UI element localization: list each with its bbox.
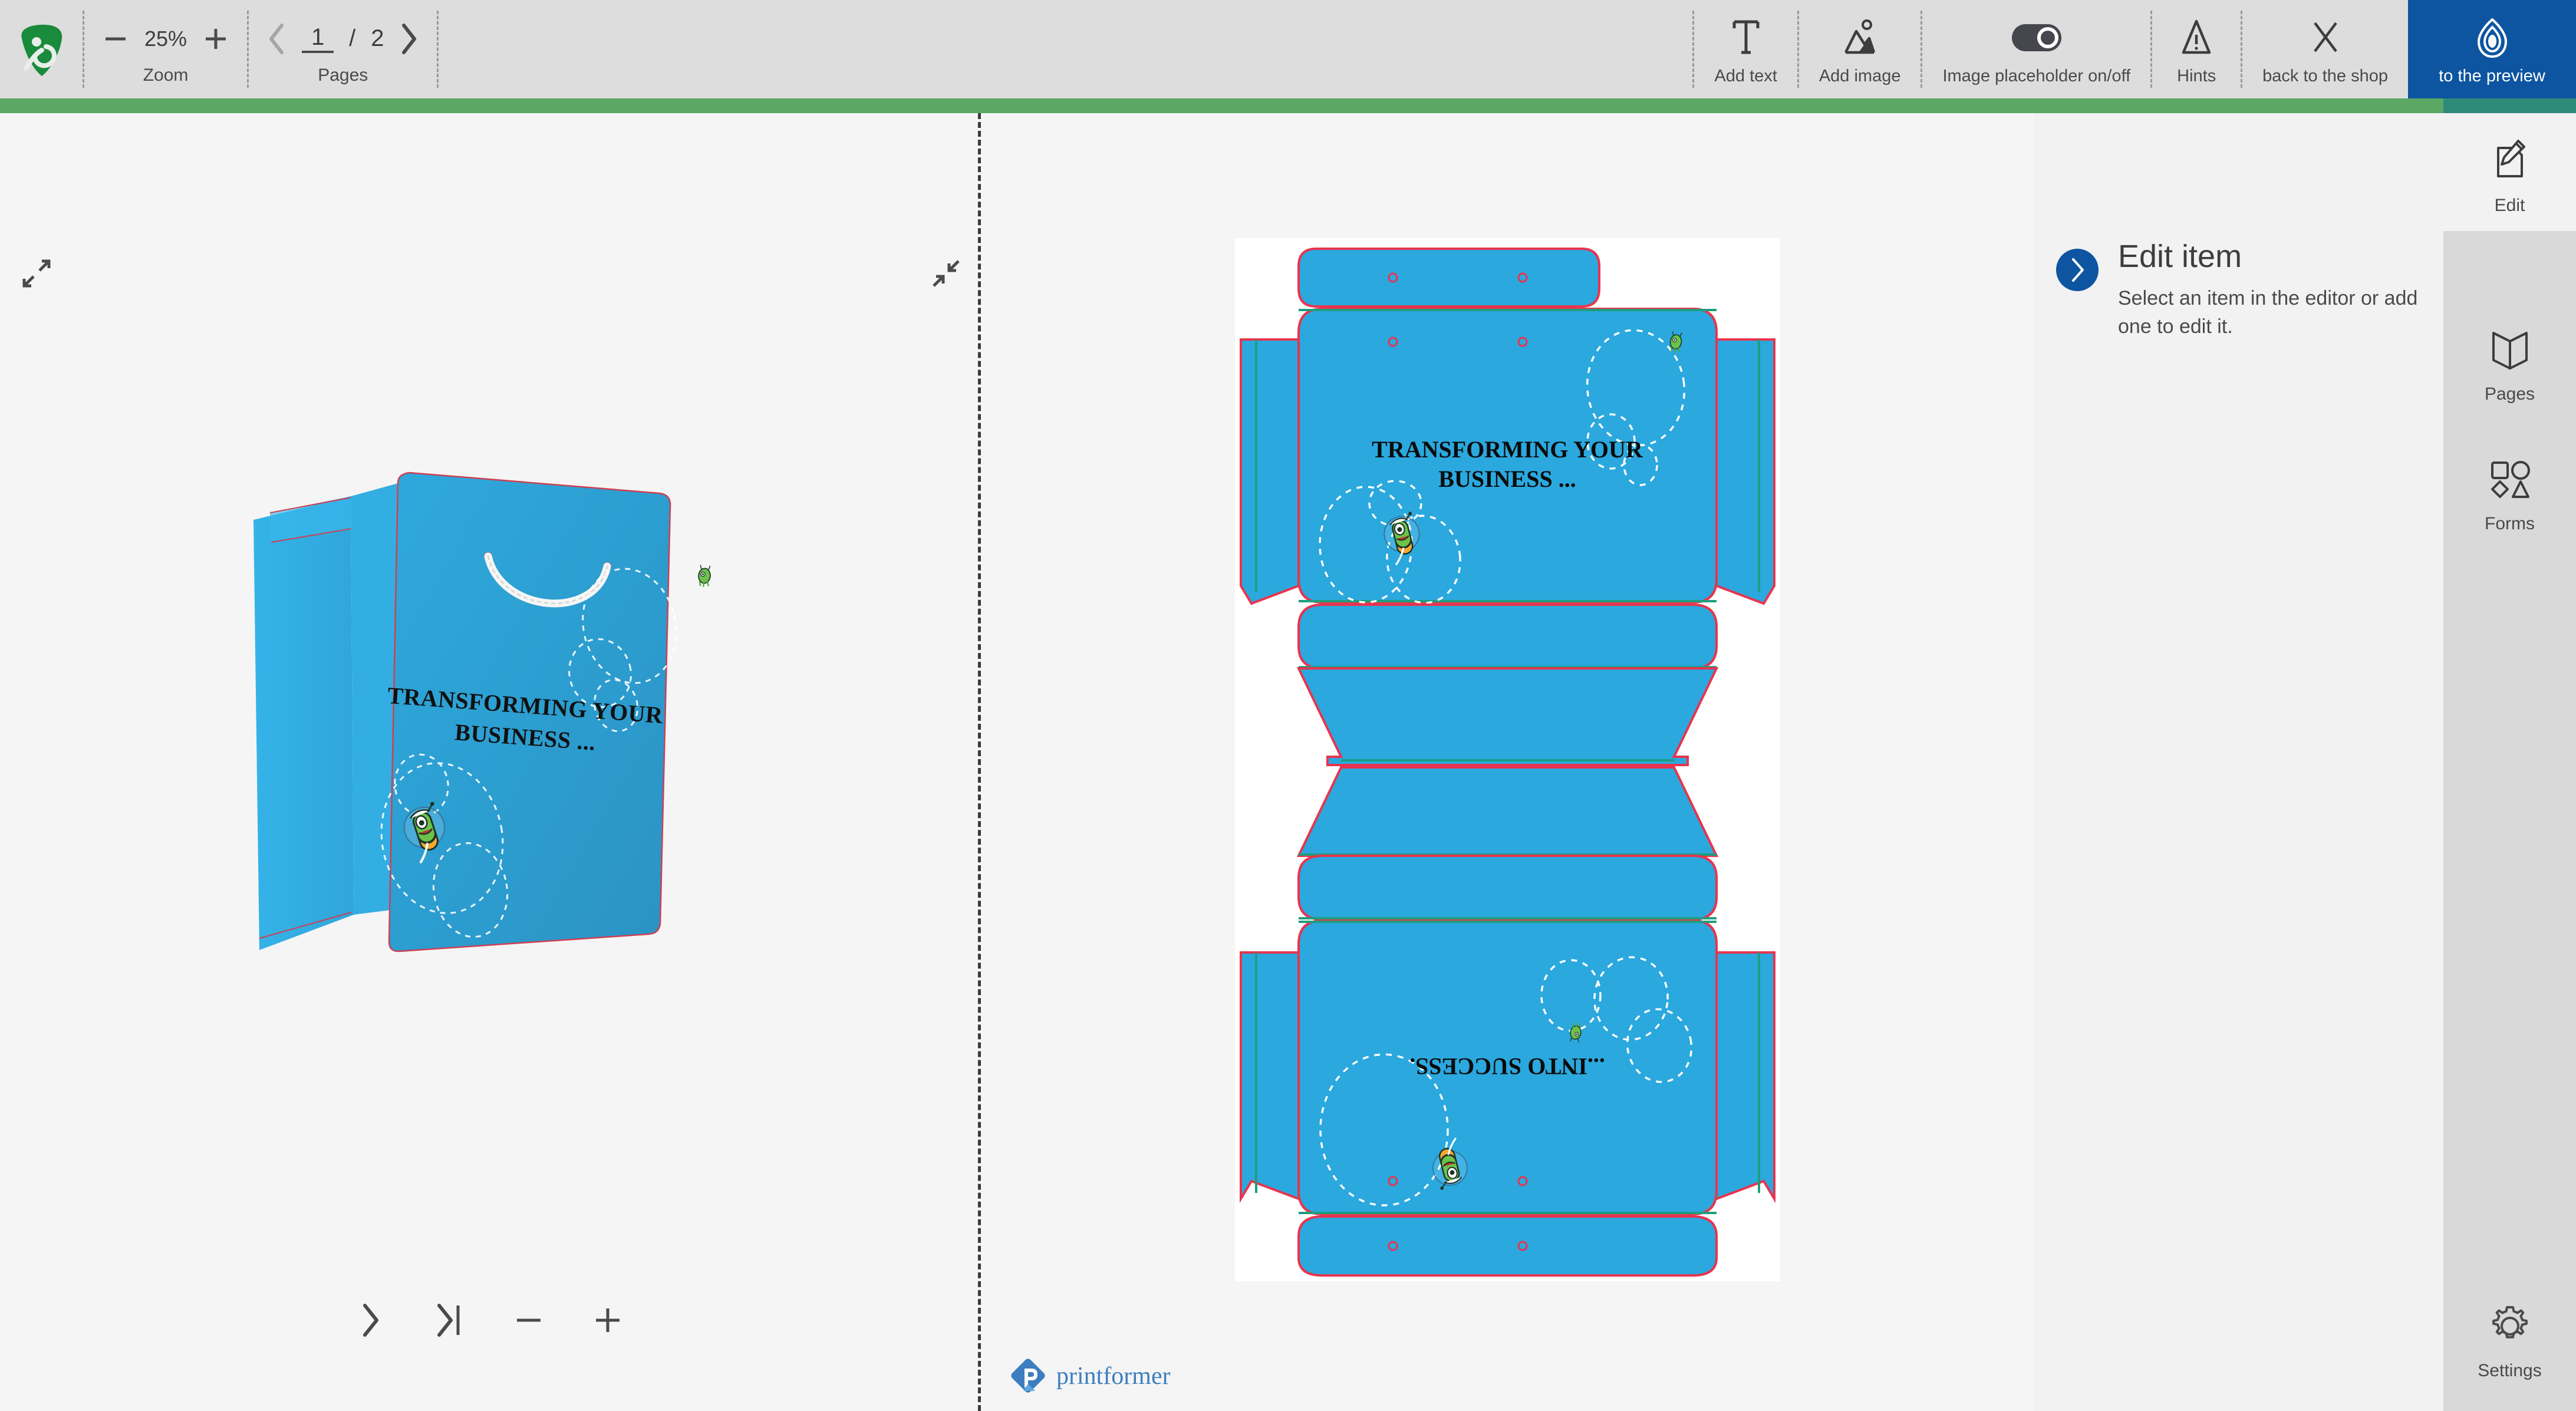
page-sheet[interactable]: .cut { stroke: #e8344e; stroke-width: 4;… [1235,238,1780,1281]
hints-label: Hints [2177,67,2216,86]
to-the-preview-button[interactable]: to the preview [2408,0,2576,98]
chevron-left-icon [266,22,286,56]
to-the-preview-label: to the preview [2439,67,2545,86]
expand-preview-button[interactable] [21,258,52,292]
add-text-label: Add text [1714,67,1777,86]
panel-description: Select an item in the editor or add one … [2118,284,2448,341]
close-x-icon [2309,18,2342,57]
page-total: 2 [371,25,384,52]
add-text-icon [1730,18,1763,57]
preview-bottom-controls [0,1299,978,1341]
rail-item-settings[interactable]: Settings [2443,1278,2576,1396]
page-separator: / [349,25,355,52]
eye-icon [2474,17,2511,59]
printformer-logo-text: printformer [1056,1362,1171,1390]
image-placeholder-label: Image placeholder on/off [1942,67,2130,86]
zoom-out-button[interactable] [102,25,129,52]
right-panel: Edit item Select an item in the editor o… [2034,113,2576,1411]
pages-group: / 2 Pages [249,0,437,98]
rail-label-pages: Pages [2485,384,2535,404]
toolbar-spacer [439,0,1692,98]
minus-icon [102,25,129,52]
next-page-button[interactable] [399,22,419,56]
progress-bar-right-segment [2443,98,2576,113]
toggle-switch-icon [2011,24,2062,52]
expand-arrows-icon [21,258,52,289]
dieline-svg: .cut { stroke: #e8344e; stroke-width: 4;… [1235,238,1780,1281]
zoom-caption: Zoom [143,65,189,85]
add-image-button[interactable]: Add image [1799,0,1921,98]
preview-next-button[interactable] [350,1299,392,1341]
brand-logo[interactable] [0,0,83,98]
bag-3d-render[interactable]: TRANSFORMING YOUR BUSINESS ... [248,467,755,985]
add-image-label: Add image [1819,67,1901,86]
dieline-back-text: ...INTO SUCCESS. [1409,1053,1605,1080]
panel-icon-rail: Edit Pages [2443,113,2576,1411]
rail-item-pages[interactable]: Pages [2443,302,2576,420]
top-toolbar: 25% Zoom / 2 [0,0,2576,98]
printformer-editor-app: 25% Zoom / 2 [0,0,2576,1411]
zoom-group: 25% Zoom [84,0,247,98]
printformer-logo: printformer [1010,1358,1171,1394]
collapse-arrows-icon [930,258,962,289]
pages-caption: Pages [318,65,368,85]
image-placeholder-toggle[interactable]: Image placeholder on/off [1922,0,2150,98]
dieline-front-text-line1: TRANSFORMING YOUR [1372,436,1643,463]
plus-icon [202,25,229,52]
zoom-level-value: 25% [144,27,187,51]
rail-item-edit[interactable]: Edit [2443,113,2576,231]
rail-label-settings: Settings [2478,1361,2541,1381]
rail-label-forms: Forms [2485,514,2535,534]
page-number-input[interactable] [302,24,334,53]
warning-triangle-icon [2180,18,2213,57]
add-image-icon [1841,18,1879,57]
book-pages-icon [2489,326,2531,373]
back-to-shop-label: back to the shop [2262,67,2388,86]
chevron-right-circle-icon [2067,256,2087,284]
edit-pencil-icon [2491,137,2529,184]
plus-icon [592,1305,623,1336]
collapse-panel-button[interactable] [2056,249,2099,291]
hints-button[interactable]: Hints [2152,0,2241,98]
preview-last-button[interactable] [429,1299,471,1341]
rail-item-forms[interactable]: Forms [2443,431,2576,549]
rail-label-edit: Edit [2495,196,2525,216]
progress-bar [0,98,2443,113]
3d-preview-pane: TRANSFORMING YOUR BUSINESS ... [0,113,978,1411]
dieline-front-text-line2: BUSINESS ... [1438,466,1576,492]
minus-icon [513,1305,544,1336]
chevron-right-icon [399,22,419,56]
forms-shapes-icon [2488,457,2532,502]
preview-zoom-in-button[interactable] [587,1299,629,1341]
editor-canvas[interactable]: .cut { stroke: #e8344e; stroke-width: 4;… [981,113,2034,1411]
gear-icon [2488,1304,2532,1349]
chevron-right-bar-icon [434,1301,465,1340]
bag-3d-svg: TRANSFORMING YOUR BUSINESS ... [248,467,755,985]
add-text-button[interactable]: Add text [1694,0,1797,98]
preview-zoom-out-button[interactable] [508,1299,550,1341]
back-to-shop-button[interactable]: back to the shop [2242,0,2408,98]
zoom-in-button[interactable] [202,25,229,52]
previous-page-button[interactable] [266,22,286,56]
collapse-preview-button[interactable] [930,258,962,292]
chevron-right-icon [359,1301,383,1340]
leaf-logo-icon [18,22,64,77]
panel-title: Edit item [2118,238,2448,275]
panel-header: Edit item Select an item in the editor o… [2118,238,2448,341]
alien-mascot-small [698,565,711,587]
printformer-diamond-icon [1010,1358,1047,1394]
rail-bottom-group: Settings [2443,1278,2576,1396]
